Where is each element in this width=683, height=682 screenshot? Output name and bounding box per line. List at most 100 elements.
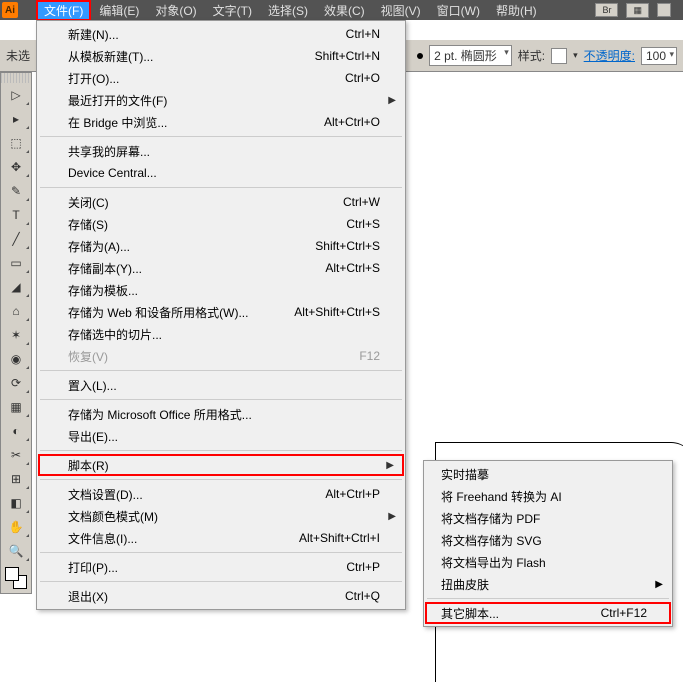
menu-separator bbox=[40, 552, 402, 553]
menu-item-label: Device Central... bbox=[68, 166, 157, 180]
script-menu-item-0[interactable]: 实时描摹 bbox=[425, 463, 671, 485]
file-menu-item-21[interactable]: 导出(E)... bbox=[38, 425, 404, 447]
script-submenu: 实时描摹将 Freehand 转换为 AI将文档存储为 PDF将文档存储为 SV… bbox=[423, 460, 673, 627]
tool-1[interactable]: ▸ bbox=[1, 107, 31, 131]
tool-7[interactable]: ▭ bbox=[1, 251, 31, 275]
bridge-button[interactable]: Br bbox=[595, 3, 618, 17]
tool-11[interactable]: ◉ bbox=[1, 347, 31, 371]
menu-0[interactable]: 文件(F) bbox=[36, 0, 91, 21]
opacity-label[interactable]: 不透明度: bbox=[584, 47, 635, 64]
stroke-profile-dropdown[interactable]: 2 pt. 椭圆形 bbox=[429, 45, 512, 66]
submenu-item-label: 实时描摹 bbox=[441, 466, 489, 483]
tool-flyout-icon bbox=[26, 558, 29, 561]
menu-1[interactable]: 编辑(E) bbox=[91, 0, 147, 21]
script-menu-item-1[interactable]: 将 Freehand 转换为 AI bbox=[425, 485, 671, 507]
menu-6[interactable]: 视图(V) bbox=[373, 0, 429, 21]
file-menu-item-20[interactable]: 存储为 Microsoft Office 所用格式... bbox=[38, 403, 404, 425]
menu-item-label: 存储(S) bbox=[68, 216, 108, 233]
menu-item-label: 导出(E)... bbox=[68, 428, 118, 445]
tool-9[interactable]: ⌂ bbox=[1, 299, 31, 323]
file-menu-item-26[interactable]: 文档颜色模式(M)▶ bbox=[38, 505, 404, 527]
tool-6[interactable]: ╱ bbox=[1, 227, 31, 251]
script-menu-item-5[interactable]: 扭曲皮肤▶ bbox=[425, 573, 671, 595]
tool-3[interactable]: ✥ bbox=[1, 155, 31, 179]
file-menu-item-10[interactable]: 存储(S)Ctrl+S bbox=[38, 213, 404, 235]
file-menu-item-6[interactable]: 共享我的屏幕... bbox=[38, 140, 404, 162]
menu-7[interactable]: 窗口(W) bbox=[429, 0, 488, 21]
menu-shortcut: Shift+Ctrl+S bbox=[315, 239, 380, 253]
tool-8[interactable]: ◢ bbox=[1, 275, 31, 299]
file-menu-item-1[interactable]: 从模板新建(T)...Shift+Ctrl+N bbox=[38, 45, 404, 67]
color-swatch[interactable] bbox=[1, 563, 31, 593]
menu-5[interactable]: 效果(C) bbox=[316, 0, 373, 21]
menu-shortcut: Ctrl+N bbox=[346, 27, 380, 41]
tool-0[interactable]: ▷ bbox=[1, 83, 31, 107]
menu-separator bbox=[40, 479, 402, 480]
selection-label: 未选 bbox=[6, 47, 30, 64]
tool-16[interactable]: ⊞ bbox=[1, 467, 31, 491]
layout-button[interactable]: ▦ bbox=[626, 3, 649, 18]
workspace-dropdown[interactable] bbox=[657, 3, 671, 17]
menu-shortcut: Alt+Ctrl+S bbox=[325, 261, 380, 275]
menu-item-label: 退出(X) bbox=[68, 588, 108, 605]
menu-item-label: 存储选中的切片... bbox=[68, 326, 162, 343]
script-menu-item-4[interactable]: 将文档导出为 Flash bbox=[425, 551, 671, 573]
tool-13[interactable]: ▦ bbox=[1, 395, 31, 419]
file-menu-item-29[interactable]: 打印(P)...Ctrl+P bbox=[38, 556, 404, 578]
submenu-arrow-icon: ▶ bbox=[386, 460, 394, 471]
tool-15[interactable]: ✂ bbox=[1, 443, 31, 467]
menu-item-label: 存储副本(Y)... bbox=[68, 260, 142, 277]
tool-2[interactable]: ⬚ bbox=[1, 131, 31, 155]
tool-5[interactable]: T bbox=[1, 203, 31, 227]
tool-flyout-icon bbox=[26, 150, 29, 153]
file-menu-item-18[interactable]: 置入(L)... bbox=[38, 374, 404, 396]
tool-10[interactable]: ✶ bbox=[1, 323, 31, 347]
submenu-separator bbox=[427, 598, 669, 599]
tool-18[interactable]: ✋ bbox=[1, 515, 31, 539]
tool-19[interactable]: 🔍 bbox=[1, 539, 31, 563]
file-menu-item-9[interactable]: 关闭(C) Ctrl+W bbox=[38, 191, 404, 213]
opacity-input[interactable]: 100 bbox=[641, 47, 677, 65]
stroke-dot bbox=[417, 53, 423, 59]
fill-swatch[interactable] bbox=[5, 567, 19, 581]
file-menu-item-3[interactable]: 最近打开的文件(F)▶ bbox=[38, 89, 404, 111]
script-menu-item-7[interactable]: 其它脚本...Ctrl+F12 bbox=[425, 602, 671, 624]
tool-14[interactable]: ◐ bbox=[1, 419, 31, 443]
file-menu-item-23[interactable]: 脚本(R)▶ bbox=[38, 454, 404, 476]
tool-flyout-icon bbox=[26, 462, 29, 465]
file-menu-item-12[interactable]: 存储副本(Y)... Alt+Ctrl+S bbox=[38, 257, 404, 279]
file-menu-item-25[interactable]: 文档设置(D)...Alt+Ctrl+P bbox=[38, 483, 404, 505]
script-menu-item-3[interactable]: 将文档存储为 SVG bbox=[425, 529, 671, 551]
tool-palette-grip[interactable] bbox=[1, 73, 31, 83]
file-menu-item-27[interactable]: 文件信息(I)...Alt+Shift+Ctrl+I bbox=[38, 527, 404, 549]
file-menu-item-31[interactable]: 退出(X) Ctrl+Q bbox=[38, 585, 404, 607]
file-menu-item-4[interactable]: 在 Bridge 中浏览...Alt+Ctrl+O bbox=[38, 111, 404, 133]
menu-shortcut: Ctrl+W bbox=[343, 195, 380, 209]
menu-shortcut: Ctrl+Q bbox=[345, 589, 380, 603]
file-menu-item-11[interactable]: 存储为(A)...Shift+Ctrl+S bbox=[38, 235, 404, 257]
menu-item-label: 共享我的屏幕... bbox=[68, 143, 150, 160]
style-swatch[interactable] bbox=[551, 48, 567, 64]
file-menu-item-0[interactable]: 新建(N)...Ctrl+N bbox=[38, 23, 404, 45]
file-menu-item-14[interactable]: 存储为 Web 和设备所用格式(W)...Alt+Shift+Ctrl+S bbox=[38, 301, 404, 323]
file-menu-item-13[interactable]: 存储为模板... bbox=[38, 279, 404, 301]
file-menu-item-2[interactable]: 打开(O)...Ctrl+O bbox=[38, 67, 404, 89]
menu-4[interactable]: 选择(S) bbox=[260, 0, 316, 21]
script-menu-item-2[interactable]: 将文档存储为 PDF bbox=[425, 507, 671, 529]
menu-2[interactable]: 对象(O) bbox=[147, 0, 204, 21]
tool-flyout-icon bbox=[26, 318, 29, 321]
menu-separator bbox=[40, 370, 402, 371]
menu-separator bbox=[40, 136, 402, 137]
file-menu-item-15[interactable]: 存储选中的切片... bbox=[38, 323, 404, 345]
file-menu-item-7[interactable]: Device Central... bbox=[38, 162, 404, 184]
menu-3[interactable]: 文字(T) bbox=[205, 0, 260, 21]
tool-17[interactable]: ◧ bbox=[1, 491, 31, 515]
menu-shortcut: Shift+Ctrl+N bbox=[315, 49, 380, 63]
menu-item-label: 最近打开的文件(F) bbox=[68, 92, 167, 109]
tool-4[interactable]: ✎ bbox=[1, 179, 31, 203]
file-menu-item-16[interactable]: 恢复(V)F12 bbox=[38, 345, 404, 367]
menu-item-label: 关闭(C) bbox=[68, 194, 109, 211]
menu-8[interactable]: 帮助(H) bbox=[488, 0, 545, 21]
style-arrow-icon[interactable]: ▾ bbox=[573, 50, 578, 61]
tool-12[interactable]: ⟳ bbox=[1, 371, 31, 395]
